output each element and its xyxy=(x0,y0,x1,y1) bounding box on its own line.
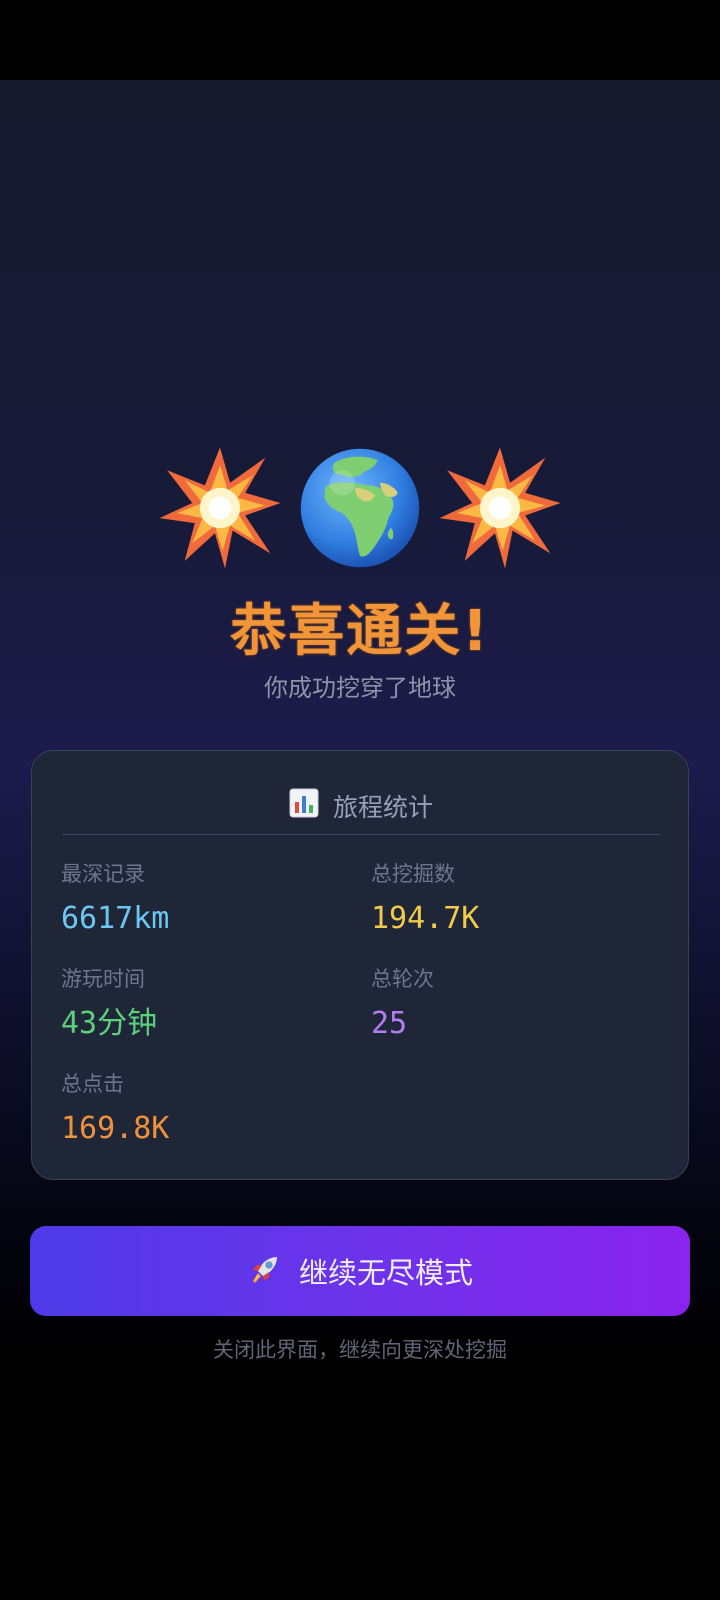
close-hint-text: 关闭此界面，继续向更深处挖掘 xyxy=(213,1338,507,1362)
collision-icon xyxy=(437,445,563,571)
stat-value: 43分钟 xyxy=(61,1006,158,1041)
globe-europe-africa-icon xyxy=(297,445,423,571)
stat-label: 游玩时间 xyxy=(61,967,145,991)
stat-total-dug: 总挖掘数 194.7K xyxy=(371,861,651,939)
stat-value: 194.7K xyxy=(371,901,480,936)
continue-button-label: 继续无尽模式 xyxy=(298,1256,473,1290)
stat-label: 总挖掘数 xyxy=(371,862,455,886)
stats-card-title: 旅程统计 xyxy=(332,793,433,822)
stat-label: 最深记录 xyxy=(61,862,145,886)
collision-icon xyxy=(157,445,283,571)
stat-total-clicks: 总点击 169.8K xyxy=(61,1071,341,1149)
stat-total-rounds: 总轮次 25 xyxy=(371,966,651,1044)
celebration-emojis xyxy=(0,442,720,574)
stat-label: 总轮次 xyxy=(371,967,434,991)
stat-value: 169.8K xyxy=(61,1111,170,1146)
stat-play-time: 游玩时间 43分钟 xyxy=(61,966,341,1044)
victory-title: 恭喜通关! xyxy=(230,599,490,664)
victory-subtitle: 你成功挖穿了地球 xyxy=(264,674,456,702)
continue-endless-mode-button[interactable]: 继续无尽模式 xyxy=(30,1226,690,1316)
bar-chart-icon xyxy=(289,788,319,824)
stat-label: 总点击 xyxy=(61,1072,124,1096)
stat-value: 6617km xyxy=(61,901,170,936)
status-bar xyxy=(0,0,720,80)
stat-deepest-record: 最深记录 6617km xyxy=(61,861,341,939)
victory-screen: 恭喜通关! 你成功挖穿了地球 旅程统计 最深记录 6617km 总挖掘数 194… xyxy=(0,80,720,1600)
stats-card-header: 旅程统计 xyxy=(62,781,660,831)
card-divider xyxy=(62,834,660,835)
journey-stats-card: 旅程统计 最深记录 6617km 总挖掘数 194.7K 游玩时间 43分钟 总… xyxy=(31,750,689,1180)
stat-value: 25 xyxy=(371,1006,408,1041)
rocket-icon xyxy=(247,1251,283,1291)
